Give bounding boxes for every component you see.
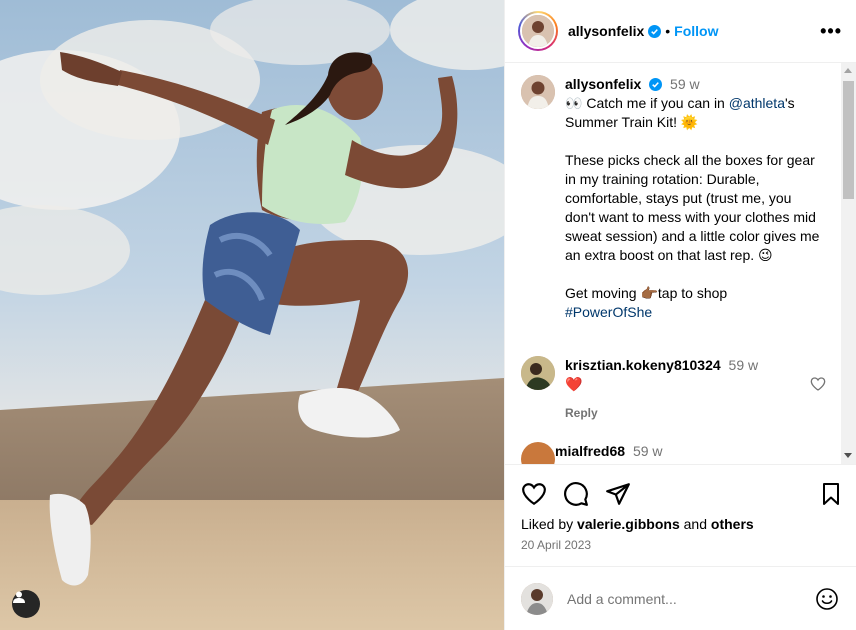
liked-by-and: and — [679, 516, 711, 532]
add-comment-input[interactable] — [567, 590, 787, 607]
comment-time[interactable]: 59 w — [729, 357, 759, 373]
liked-by-user[interactable]: valerie.gibbons — [577, 516, 680, 532]
caption-username[interactable]: allysonfelix — [565, 76, 641, 92]
athlete-photo — [0, 0, 504, 630]
viewer-avatar — [521, 582, 553, 615]
verified-badge-icon — [649, 78, 663, 91]
mention-link[interactable]: @athleta — [729, 95, 785, 111]
reply-button[interactable]: Reply — [565, 404, 758, 423]
emoji-icon[interactable] — [815, 587, 839, 611]
caption-paragraph-3: Get moving 👉🏾tap to shop — [565, 285, 728, 301]
caption: allysonfelix 59 w 👀 Catch me if you can … — [521, 75, 842, 322]
caption-time[interactable]: 59 w — [670, 76, 700, 92]
comment-icon[interactable] — [563, 481, 589, 507]
comment-text: ❤️ — [565, 376, 583, 392]
share-icon[interactable] — [605, 481, 631, 507]
commenter-username[interactable]: mialfred68 — [555, 443, 625, 459]
user-tag-icon — [13, 591, 25, 603]
liked-by-text: Liked by — [521, 516, 578, 532]
post-actions: Liked by valerie.gibbons and others 20 A… — [505, 464, 856, 552]
caption-text: Catch me if you can in — [586, 95, 729, 111]
viewer-avatar-image — [521, 582, 553, 615]
comment-heart-icon[interactable] — [810, 376, 826, 392]
post-date[interactable]: 20 April 2023 — [521, 538, 843, 552]
comments-scrollbar[interactable] — [841, 63, 856, 464]
comment-item: mialfred68 59 w — [521, 442, 842, 464]
commenter-username[interactable]: krisztian.kokeny810324 — [565, 357, 721, 373]
post-side-panel: allysonfelix • Follow ••• allysonfelix 5… — [504, 0, 856, 630]
caption-avatar[interactable] — [521, 75, 555, 109]
comment-time[interactable]: 59 w — [633, 443, 663, 459]
caption-line-1: 👀 Catch me if you can in @athleta's Summ… — [565, 94, 825, 132]
scroll-down-arrow[interactable] — [844, 453, 852, 458]
scroll-up-arrow[interactable] — [844, 68, 852, 73]
commenter-avatar[interactable] — [521, 356, 555, 390]
likes-summary: Liked by valerie.gibbons and others — [521, 516, 843, 532]
caption-avatar-image — [521, 75, 555, 109]
add-comment-bar — [505, 566, 856, 630]
author-avatar-image — [522, 15, 554, 47]
comment-item: krisztian.kokeny810324 59 w ❤️ Reply — [521, 356, 842, 423]
separator-dot: • — [665, 23, 671, 39]
verified-badge-icon — [648, 24, 662, 38]
scroll-thumb[interactable] — [843, 81, 854, 199]
commenter-avatar-image — [521, 356, 555, 390]
heart-icon[interactable] — [521, 481, 547, 507]
comments-section[interactable]: allysonfelix 59 w 👀 Catch me if you can … — [505, 63, 842, 464]
liked-by-others[interactable]: others — [711, 516, 754, 532]
eyes-emoji: 👀 — [565, 95, 583, 111]
commenter-avatar[interactable] — [521, 442, 555, 464]
user-tag-button[interactable] — [12, 590, 40, 618]
bookmark-icon[interactable] — [819, 482, 843, 506]
author-avatar[interactable] — [518, 11, 558, 51]
more-options-button[interactable]: ••• — [820, 21, 842, 42]
author-username[interactable]: allysonfelix — [568, 23, 644, 39]
follow-button[interactable]: Follow — [674, 23, 718, 39]
hashtag-link[interactable]: #PowerOfShe — [565, 303, 825, 322]
post-image[interactable] — [0, 0, 504, 630]
caption-paragraph-2: These picks check all the boxes for gear… — [565, 152, 820, 263]
post-header: allysonfelix • Follow ••• — [505, 0, 856, 63]
